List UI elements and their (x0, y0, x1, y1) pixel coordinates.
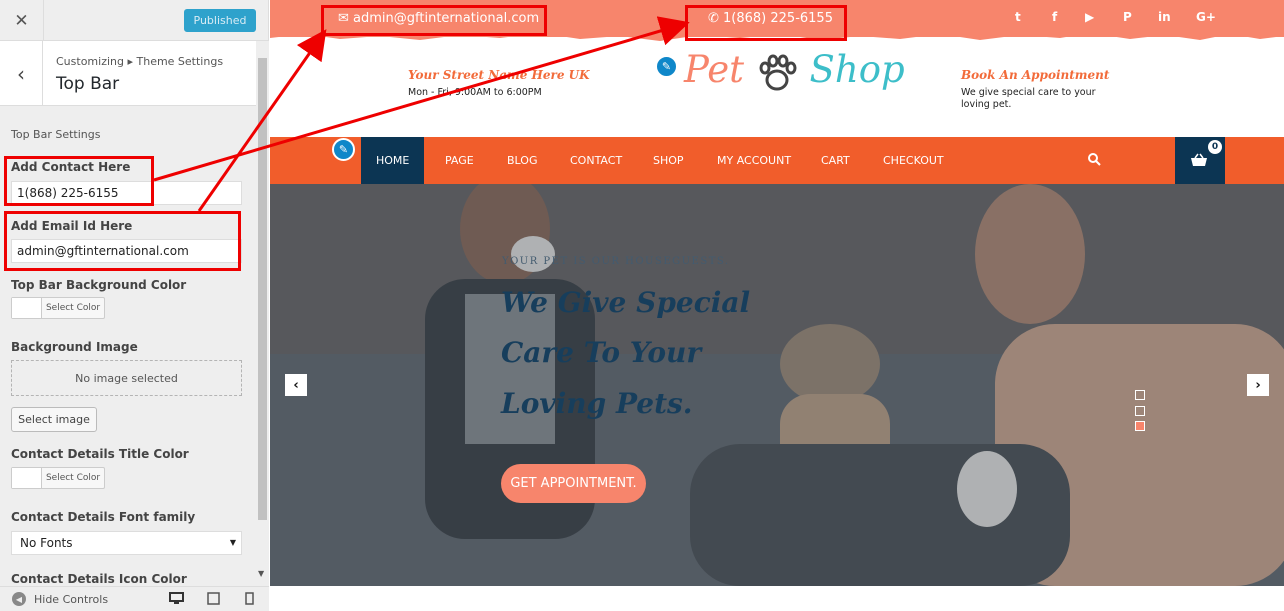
hero-tagline: YOUR PET IS OUR HOUSEGUESTS. (502, 256, 730, 267)
publish-button[interactable]: Published (184, 9, 256, 32)
color-swatch (12, 298, 42, 318)
nav-item-shop[interactable]: SHOP (653, 137, 684, 184)
nav-item-my-account[interactable]: MY ACCOUNT (717, 137, 791, 184)
section-title: Top Bar (56, 74, 120, 94)
twitter-icon[interactable]: t (1015, 10, 1021, 24)
select-color-label: Select Color (45, 473, 101, 483)
youtube-icon[interactable]: ▶ (1085, 10, 1094, 24)
desktop-preview-icon[interactable] (169, 592, 184, 605)
back-icon[interactable]: ‹ (0, 41, 43, 106)
cart-count-badge: 0 (1208, 140, 1222, 154)
font-family-label: Contact Details Font family (11, 510, 196, 524)
hero-slider: YOUR PET IS OUR HOUSEGUESTS. We Give Spe… (270, 184, 1284, 586)
slider-dot-active[interactable] (1135, 421, 1145, 431)
facebook-icon[interactable]: f (1052, 10, 1057, 24)
appointment-block: Book An Appointment We give special care… (961, 68, 1116, 111)
hide-controls-button[interactable]: ◀ Hide Controls (12, 592, 108, 606)
bg-color-label: Top Bar Background Color (11, 278, 187, 292)
bg-image-label: Background Image (11, 340, 138, 354)
annotation-box-email (4, 211, 241, 271)
paw-icon (756, 53, 798, 93)
slider-dot[interactable] (1135, 406, 1145, 416)
hide-controls-label: Hide Controls (34, 592, 109, 606)
nav-item-page[interactable]: PAGE (445, 137, 474, 184)
mobile-preview-icon[interactable] (245, 592, 254, 605)
get-appointment-button[interactable]: GET APPOINTMENT. (501, 464, 646, 503)
hero-heading-line-3: Loving Pets. (501, 387, 693, 420)
address-block: Your Street Name Here UK Mon - Fri, 9:00… (408, 68, 590, 99)
hero-photo (270, 184, 1284, 586)
chevron-right-icon[interactable]: › (1247, 374, 1269, 396)
breadcrumb: Customizing ▸ Theme Settings (56, 55, 224, 68)
pinterest-icon[interactable]: P (1123, 10, 1132, 24)
scrollbar-thumb[interactable] (258, 58, 267, 520)
google-plus-icon[interactable]: G+ (1196, 10, 1216, 24)
select-color-label: Select Color (45, 303, 101, 313)
title-color-label: Contact Details Title Color (11, 447, 189, 461)
bg-color-picker[interactable]: Select Color (11, 297, 105, 319)
collapse-icon: ◀ (12, 592, 26, 606)
nav-item-blog[interactable]: BLOG (507, 137, 537, 184)
nav-item-home[interactable]: HOME (361, 137, 425, 184)
font-family-select[interactable]: No Fonts ▼ (11, 531, 242, 555)
section-header: ‹ Customizing ▸ Theme Settings Top Bar (0, 41, 256, 106)
icon-color-label: Contact Details Icon Color (11, 572, 187, 586)
annotation-box-topbar-email (321, 5, 547, 36)
group-title: Top Bar Settings (11, 128, 101, 141)
color-swatch (12, 468, 42, 488)
customizer-footer: ◀ Hide Controls (0, 586, 269, 611)
site-logo[interactable]: Pet Shop (684, 48, 905, 93)
address-subtitle: Mon - Fri, 9:00AM to 6:00PM (408, 87, 542, 98)
slider-dot[interactable] (1135, 390, 1145, 400)
close-icon[interactable]: ✕ (0, 0, 44, 41)
nav-item-contact[interactable]: CONTACT (570, 137, 622, 184)
hero-heading-line-1: We Give Special (501, 286, 751, 319)
title-color-picker[interactable]: Select Color (11, 467, 105, 489)
linkedin-icon[interactable]: in (1158, 10, 1171, 24)
font-family-value: No Fonts (20, 536, 73, 550)
nav-item-checkout[interactable]: CHECKOUT (883, 137, 944, 184)
appointment-subtitle: We give special care to your loving pet. (961, 87, 1096, 110)
cart-button[interactable]: 0 (1175, 137, 1225, 184)
search-icon[interactable] (1087, 152, 1101, 166)
chevron-left-icon[interactable]: ‹ (285, 374, 307, 396)
customizer-header: ✕ Published (0, 0, 268, 41)
scrollbar[interactable]: ▼ (256, 41, 269, 586)
select-image-button[interactable]: Select image (11, 407, 97, 432)
basket-icon (1191, 153, 1207, 166)
appointment-title: Book An Appointment (961, 68, 1110, 82)
annotation-box-contact (4, 156, 154, 206)
tablet-preview-icon[interactable] (207, 592, 220, 605)
annotation-box-topbar-phone (685, 5, 847, 41)
chevron-down-icon: ▼ (229, 538, 236, 547)
hero-heading-line-2: Care To Your (501, 336, 702, 369)
logo-text-pet: Pet (684, 48, 744, 91)
logo-text-shop: Shop (809, 48, 905, 91)
edit-logo-icon[interactable]: ✎ (655, 55, 678, 78)
nav-item-cart[interactable]: CART (821, 137, 850, 184)
address-title: Your Street Name Here UK (408, 68, 590, 82)
customizer-panel: ✕ Published ‹ Customizing ▸ Theme Settin… (0, 0, 269, 611)
site-preview: ✉ admin@gftinternational.com ✆ 1(868) 22… (270, 0, 1284, 611)
image-placeholder: No image selected (11, 360, 242, 396)
screen: ✕ Published ‹ Customizing ▸ Theme Settin… (0, 0, 1284, 611)
main-nav: HOME PAGE BLOG CONTACT SHOP MY ACCOUNT C… (270, 137, 1284, 184)
scroll-down-icon[interactable]: ▼ (258, 569, 264, 578)
edit-menu-icon[interactable]: ✎ (332, 138, 355, 161)
